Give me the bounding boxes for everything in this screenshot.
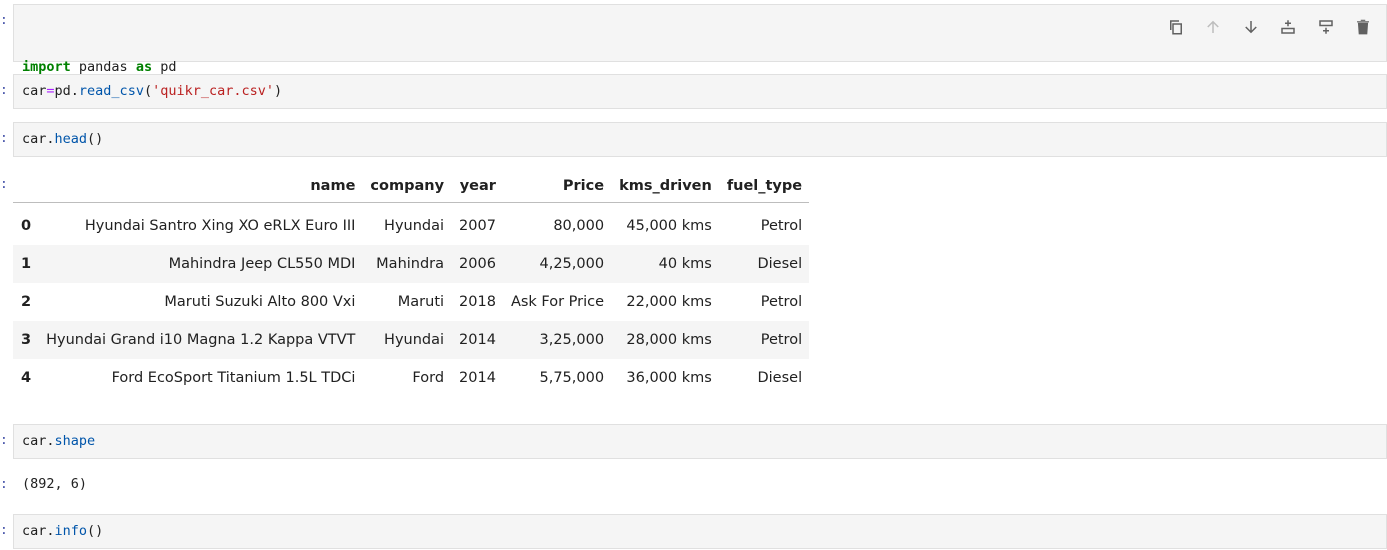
- move-down-button[interactable]: [1232, 15, 1270, 39]
- insert-above-icon: [1281, 20, 1295, 34]
- table-cell: Petrol: [760, 332, 803, 348]
- column-header: fuel_type: [726, 178, 803, 194]
- table-row: 2 Maruti Suzuki Alto 800 Vxi Maruti 2018…: [13, 283, 810, 321]
- table-row: 3 Hyundai Grand i10 Magna 1.2 Kappa VTVT…: [13, 321, 810, 359]
- cell-toolbar: [1157, 15, 1382, 39]
- table-cell: 40 kms: [658, 256, 712, 272]
- table-cell: Hyundai Santro Xing XO eRLX Euro III: [84, 218, 356, 234]
- move-down-icon: [1244, 21, 1257, 34]
- output-prompt: :: [0, 177, 8, 192]
- table-cell: Ford: [412, 370, 445, 386]
- row-index: 4: [21, 370, 32, 386]
- row-index: 2: [21, 294, 32, 310]
- column-header: company: [370, 178, 445, 194]
- insert-below-icon: [1319, 20, 1333, 34]
- table-cell: 5,75,000: [539, 370, 605, 386]
- table-cell: Ford EcoSport Titanium 1.5L TDCi: [111, 370, 356, 386]
- cell-prompt: :: [0, 83, 8, 98]
- code-editor[interactable]: car.head(): [14, 123, 1386, 151]
- table-header-row: name company year Price kms_driven fuel_…: [13, 170, 810, 203]
- table-cell: Diesel: [757, 370, 803, 386]
- output-prompt: :: [0, 477, 8, 492]
- table-cell: 45,000 kms: [626, 218, 712, 234]
- column-header: kms_driven: [619, 178, 712, 194]
- table-cell: Ask For Price: [510, 294, 605, 310]
- table-cell: 22,000 kms: [626, 294, 712, 310]
- cell-prompt: :: [0, 433, 8, 448]
- insert-above-button[interactable]: [1270, 15, 1308, 39]
- shape-output: (892, 6): [22, 476, 88, 492]
- code-cell-info[interactable]: car.info(): [13, 514, 1387, 549]
- table-row: 0 Hyundai Santro Xing XO eRLX Euro III H…: [13, 202, 810, 245]
- table-cell: Hyundai Grand i10 Magna 1.2 Kappa VTVT: [46, 332, 356, 348]
- code-editor[interactable]: car=pd.read_csv('quikr_car.csv'): [14, 75, 1386, 103]
- table-cell: Diesel: [757, 256, 803, 272]
- table-row: 1 Mahindra Jeep CL550 MDI Mahindra 2006 …: [13, 245, 810, 283]
- delete-cell-button[interactable]: [1345, 15, 1383, 39]
- duplicate-icon: [1169, 20, 1182, 35]
- code-cell-imports[interactable]: import pandas as pd import numpy as np: [13, 4, 1387, 144]
- table-cell: 4,25,000: [539, 256, 605, 272]
- table-cell: Petrol: [760, 294, 803, 310]
- table-cell: Hyundai: [384, 218, 445, 234]
- column-header: year: [459, 178, 496, 194]
- cell-prompt: :: [0, 131, 8, 146]
- table-cell: Maruti Suzuki Alto 800 Vxi: [164, 294, 356, 310]
- delete-icon: [1357, 19, 1370, 35]
- table-cell: 2007: [459, 218, 496, 234]
- move-up-button[interactable]: [1195, 15, 1233, 39]
- code-cell-read-csv[interactable]: car=pd.read_csv('quikr_car.csv'): [13, 74, 1387, 109]
- move-up-icon: [1207, 20, 1220, 33]
- cell-prompt: :: [0, 13, 8, 28]
- table-row: 4 Ford EcoSport Titanium 1.5L TDCi Ford …: [13, 359, 810, 397]
- column-header: [13, 170, 38, 203]
- row-index: 0: [21, 218, 32, 234]
- dataframe-table: name company year Price kms_driven fuel_…: [13, 170, 810, 397]
- column-header: Price: [562, 178, 605, 194]
- table-cell: 2006: [459, 256, 496, 272]
- table-cell: 36,000 kms: [626, 370, 712, 386]
- table-cell: 2014: [459, 370, 496, 386]
- code-editor[interactable]: car.info(): [14, 515, 1386, 543]
- duplicate-cell-button[interactable]: [1157, 15, 1195, 39]
- table-cell: Mahindra: [376, 256, 445, 272]
- code-cell-shape[interactable]: car.shape: [13, 424, 1387, 459]
- column-header: name: [310, 178, 356, 194]
- table-cell: 2014: [459, 332, 496, 348]
- table-cell: Hyundai: [384, 332, 445, 348]
- code-editor[interactable]: car.shape: [14, 425, 1386, 453]
- table-cell: Maruti: [397, 294, 445, 310]
- row-index: 1: [21, 256, 32, 272]
- table-cell: 2018: [459, 294, 496, 310]
- cell-prompt: :: [0, 523, 8, 538]
- table-cell: 80,000: [553, 218, 605, 234]
- table-cell: 3,25,000: [539, 332, 605, 348]
- insert-below-button[interactable]: [1307, 15, 1345, 39]
- code-cell-head[interactable]: car.head(): [13, 122, 1387, 157]
- row-index: 3: [21, 332, 32, 348]
- table-cell: 28,000 kms: [626, 332, 712, 348]
- table-cell: Mahindra Jeep CL550 MDI: [168, 256, 356, 272]
- table-cell: Petrol: [760, 218, 803, 234]
